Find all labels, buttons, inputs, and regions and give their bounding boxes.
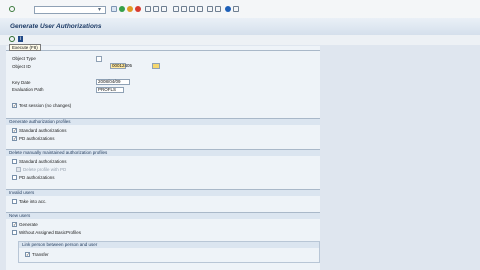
object-id-field[interactable]: 00012405	[110, 63, 132, 69]
evaluation-path-field[interactable]: PROFLS	[96, 87, 124, 93]
new-users-title: New users	[6, 213, 320, 219]
take-into-account-label: Take into acc.	[19, 199, 47, 204]
delete-standard-label: Standard authorizations	[19, 159, 67, 164]
help-icon[interactable]	[225, 6, 231, 12]
evaluation-path-label: Evaluation Path	[12, 87, 44, 92]
back-icon[interactable]	[119, 6, 125, 12]
previous-page-icon[interactable]	[181, 6, 187, 12]
command-field[interactable]	[34, 6, 106, 14]
generate-profiles-title: Generate authorization profiles	[6, 119, 320, 125]
shortcut-icon[interactable]	[215, 6, 221, 12]
execute-icon[interactable]	[9, 36, 15, 42]
generate-pd-checkbox[interactable]: ✓	[12, 136, 17, 141]
delete-pd-label: PD authorizations	[19, 175, 55, 180]
delete-with-pd-checkbox	[16, 167, 21, 172]
transfer-checkbox[interactable]: ✓	[25, 252, 30, 257]
without-basic-profiles-checkbox[interactable]	[12, 230, 17, 235]
key-date-label: Key Date	[12, 80, 31, 85]
layout-icon[interactable]	[233, 6, 239, 12]
link-person-group: Link person between person and user ✓ Tr…	[18, 241, 320, 263]
delete-standard-checkbox[interactable]	[12, 159, 17, 164]
new-users-section: New users ✓ Generate Without Assigned Ba…	[6, 212, 320, 270]
transfer-label: Transfer	[32, 252, 49, 257]
selection-section: Object Type Object ID 00012405 Key Date …	[6, 50, 320, 118]
generate-new-users-label: Generate	[19, 222, 38, 227]
generate-pd-label: PD authorizations	[19, 136, 55, 141]
generate-new-users-checkbox[interactable]: ✓	[12, 222, 17, 227]
save-icon[interactable]	[111, 6, 117, 12]
test-session-label: Test session (no changes)	[19, 103, 72, 108]
application-toolbar	[0, 35, 480, 45]
find-icon[interactable]	[153, 6, 159, 12]
delete-profiles-title: Delete manually maintained authorization…	[6, 150, 320, 156]
page-title: Generate User Authorizations	[10, 23, 102, 30]
print-icon[interactable]	[145, 6, 151, 12]
last-page-icon[interactable]	[197, 6, 203, 12]
generate-standard-checkbox[interactable]: ✓	[12, 128, 17, 133]
exit-icon[interactable]	[127, 6, 133, 12]
cancel-icon[interactable]	[135, 6, 141, 12]
delete-profiles-section: Delete manually maintained authorization…	[6, 149, 320, 185]
delete-with-pd-label: Delete profile with PD	[23, 167, 67, 172]
execute-tooltip: Execute (F8)	[9, 44, 41, 51]
info-icon[interactable]: i	[18, 36, 23, 42]
next-page-icon[interactable]	[189, 6, 195, 12]
key-date-field[interactable]: 2008/04/09	[96, 79, 130, 85]
value-help-icon[interactable]	[152, 63, 160, 69]
object-type-field[interactable]	[96, 56, 102, 62]
object-id-label: Object ID	[12, 64, 31, 69]
new-session-icon[interactable]	[207, 6, 213, 12]
first-page-icon[interactable]	[173, 6, 179, 12]
take-into-account-checkbox[interactable]	[12, 199, 17, 204]
generate-profiles-section: Generate authorization profiles ✓ Standa…	[6, 118, 320, 146]
enter-icon[interactable]	[9, 6, 15, 12]
delete-pd-checkbox[interactable]	[12, 175, 17, 180]
invalid-users-title: Invalid users	[6, 190, 320, 196]
test-session-checkbox[interactable]: ✓	[12, 103, 17, 108]
object-type-label: Object Type	[12, 56, 36, 61]
command-dropdown-icon[interactable]: ▾	[98, 6, 101, 13]
find-next-icon[interactable]	[161, 6, 167, 12]
without-basic-profiles-label: Without Assigned BasicProfiles	[19, 230, 82, 235]
generate-standard-label: Standard authorizations	[19, 128, 67, 133]
invalid-users-section: Invalid users Take into acc.	[6, 189, 320, 211]
link-person-title: Link person between person and user	[19, 242, 319, 248]
